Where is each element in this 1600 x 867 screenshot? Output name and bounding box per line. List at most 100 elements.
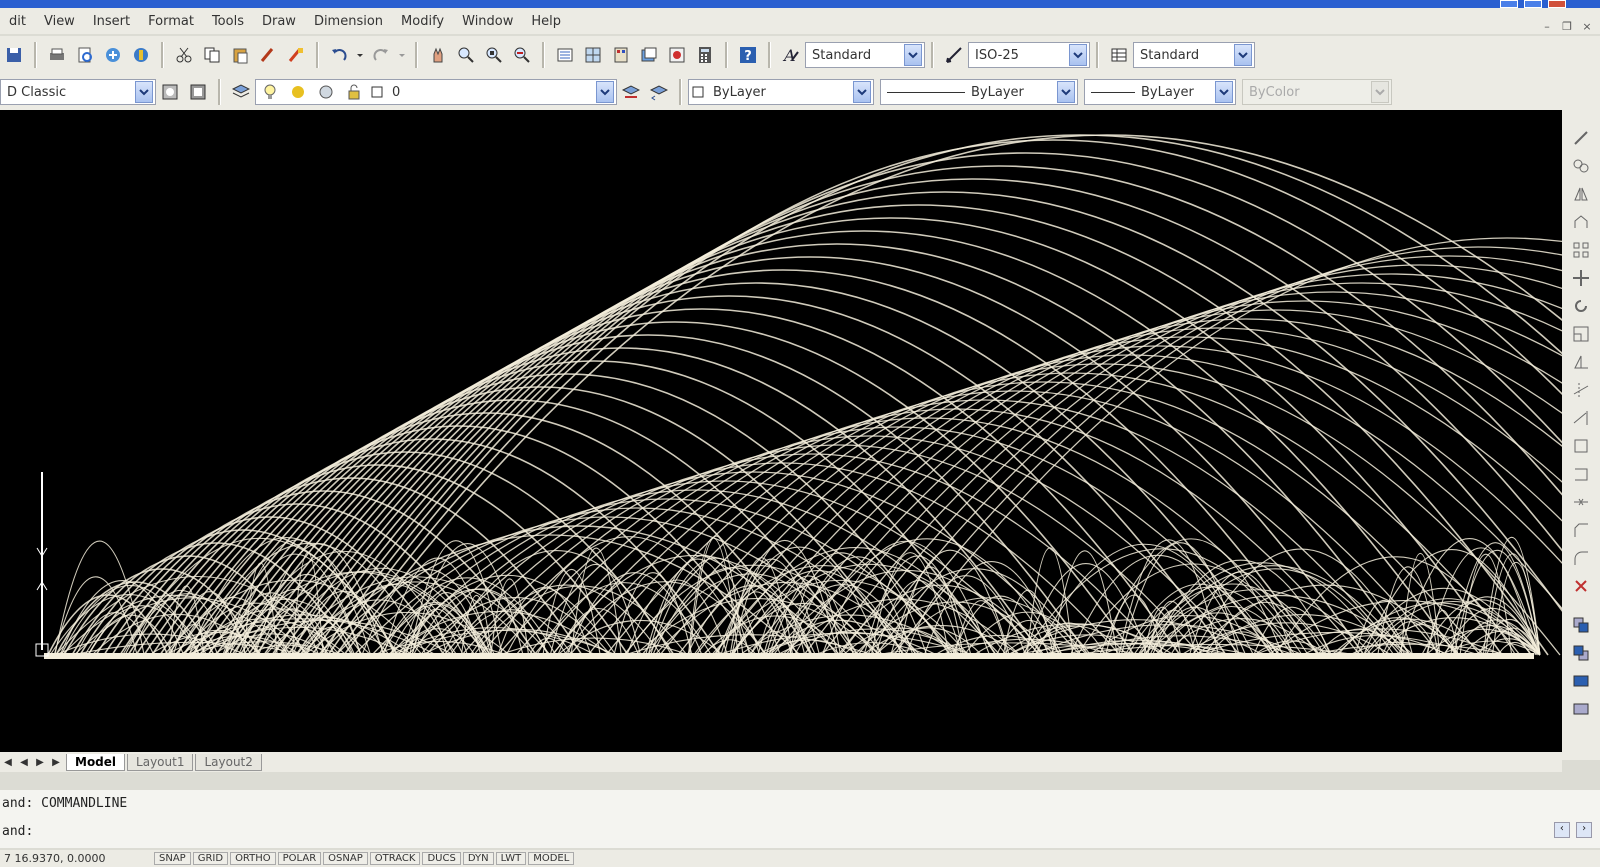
pan-icon[interactable] bbox=[427, 44, 449, 66]
close-icon[interactable] bbox=[1548, 0, 1566, 8]
layer-manager-icon[interactable] bbox=[230, 81, 252, 103]
doc-minimize-icon[interactable]: – bbox=[1540, 20, 1554, 34]
undo-dropdown-icon[interactable] bbox=[356, 44, 364, 66]
doc-close-icon[interactable]: × bbox=[1580, 20, 1594, 34]
text-style-icon[interactable]: A bbox=[780, 44, 802, 66]
chevron-down-icon[interactable] bbox=[135, 81, 153, 103]
scroll-left-icon[interactable]: ‹ bbox=[1554, 822, 1570, 838]
join-icon[interactable] bbox=[1570, 491, 1592, 513]
status-grid-button[interactable]: GRID bbox=[192, 852, 229, 865]
last-tab-icon[interactable]: ▶ bbox=[48, 757, 64, 768]
dimension-style-select[interactable]: ISO-25 bbox=[968, 42, 1090, 68]
status-osnap-button[interactable]: OSNAP bbox=[323, 852, 368, 865]
menu-window[interactable]: Window bbox=[453, 14, 522, 29]
calculator-icon[interactable] bbox=[694, 44, 716, 66]
command-window[interactable]: and: COMMANDLINE and: ‹ › bbox=[0, 790, 1600, 848]
status-otrack-button[interactable]: OTRACK bbox=[369, 852, 421, 865]
layer-previous-icon[interactable] bbox=[648, 81, 670, 103]
status-polar-button[interactable]: POLAR bbox=[277, 852, 322, 865]
chevron-down-icon[interactable] bbox=[1069, 44, 1087, 66]
break-at-point-icon[interactable] bbox=[1570, 463, 1592, 485]
sheet-set-icon[interactable] bbox=[638, 44, 660, 66]
dimension-style-icon[interactable] bbox=[943, 44, 965, 66]
doc-restore-icon[interactable]: ❐ bbox=[1560, 20, 1574, 34]
layer-select[interactable]: 0 bbox=[255, 79, 617, 105]
trim-icon[interactable] bbox=[1570, 379, 1592, 401]
chevron-down-icon[interactable] bbox=[1057, 81, 1075, 103]
tab-model[interactable]: Model bbox=[66, 753, 126, 771]
mirror-icon[interactable] bbox=[1570, 183, 1592, 205]
offset-icon[interactable] bbox=[1570, 211, 1592, 233]
status-ortho-button[interactable]: ORTHO bbox=[230, 852, 276, 865]
rotate-icon[interactable] bbox=[1570, 295, 1592, 317]
draw-order-below-icon[interactable] bbox=[1570, 698, 1592, 720]
draw-order-back-icon[interactable] bbox=[1570, 642, 1592, 664]
zoom-previous-icon[interactable] bbox=[511, 44, 533, 66]
design-center-palette-icon[interactable] bbox=[582, 44, 604, 66]
explode-icon[interactable] bbox=[1570, 575, 1592, 597]
redo-icon[interactable] bbox=[370, 44, 392, 66]
linetype-select[interactable]: ByLayer bbox=[880, 79, 1078, 105]
zoom-window-icon[interactable] bbox=[483, 44, 505, 66]
text-style-select[interactable]: Standard bbox=[805, 42, 925, 68]
properties-icon[interactable] bbox=[554, 44, 576, 66]
workspace-settings-icon[interactable] bbox=[159, 81, 181, 103]
chevron-down-icon[interactable] bbox=[1215, 81, 1233, 103]
status-snap-button[interactable]: SNAP bbox=[154, 852, 191, 865]
draw-order-front-icon[interactable] bbox=[1570, 614, 1592, 636]
menu-insert[interactable]: Insert bbox=[84, 14, 139, 29]
first-tab-icon[interactable]: ◀ bbox=[0, 757, 16, 768]
zoom-realtime-icon[interactable] bbox=[455, 44, 477, 66]
minimize-icon[interactable] bbox=[1500, 0, 1518, 8]
paste-icon[interactable] bbox=[229, 44, 251, 66]
drawing-area[interactable] bbox=[0, 110, 1562, 760]
cut-icon[interactable] bbox=[173, 44, 195, 66]
my-workspace-icon[interactable] bbox=[187, 81, 209, 103]
workspace-select[interactable]: D Classic bbox=[0, 79, 156, 105]
maximize-icon[interactable] bbox=[1524, 0, 1542, 8]
stretch-icon[interactable] bbox=[1570, 351, 1592, 373]
chevron-down-icon[interactable] bbox=[596, 81, 614, 103]
break-icon[interactable] bbox=[1570, 435, 1592, 457]
draw-order-above-icon[interactable] bbox=[1570, 670, 1592, 692]
redo-dropdown-icon[interactable] bbox=[398, 44, 406, 66]
undo-icon[interactable] bbox=[328, 44, 350, 66]
status-ducs-button[interactable]: DUCS bbox=[422, 852, 461, 865]
block-editor-icon[interactable] bbox=[285, 44, 307, 66]
scroll-right-icon[interactable]: › bbox=[1576, 822, 1592, 838]
menu-format[interactable]: Format bbox=[139, 14, 203, 29]
plot-icon[interactable] bbox=[46, 44, 68, 66]
scale-icon[interactable] bbox=[1570, 323, 1592, 345]
match-properties-icon[interactable] bbox=[257, 44, 279, 66]
menu-tools[interactable]: Tools bbox=[203, 14, 253, 29]
publish-icon[interactable] bbox=[102, 44, 124, 66]
chevron-down-icon[interactable] bbox=[904, 44, 922, 66]
command-prompt[interactable]: and: bbox=[2, 824, 33, 839]
array-icon[interactable] bbox=[1570, 239, 1592, 261]
chamfer-icon[interactable] bbox=[1570, 519, 1592, 541]
erase-icon[interactable] bbox=[1570, 127, 1592, 149]
tab-layout2[interactable]: Layout2 bbox=[195, 753, 262, 771]
menu-draw[interactable]: Draw bbox=[253, 14, 305, 29]
color-select[interactable]: ByLayer bbox=[688, 79, 874, 105]
copy-object-icon[interactable] bbox=[1570, 155, 1592, 177]
table-style-select[interactable]: Standard bbox=[1133, 42, 1255, 68]
tool-palettes-icon[interactable] bbox=[610, 44, 632, 66]
menu-dimension[interactable]: Dimension bbox=[305, 14, 392, 29]
make-object-layer-current-icon[interactable] bbox=[620, 81, 642, 103]
copy-icon[interactable] bbox=[201, 44, 223, 66]
chevron-down-icon[interactable] bbox=[853, 81, 871, 103]
menu-help[interactable]: Help bbox=[522, 14, 570, 29]
menu-edit[interactable]: dit bbox=[0, 14, 35, 29]
menu-modify[interactable]: Modify bbox=[392, 14, 453, 29]
help-icon[interactable]: ? bbox=[737, 44, 759, 66]
move-icon[interactable] bbox=[1570, 267, 1592, 289]
lineweight-select[interactable]: ByLayer bbox=[1084, 79, 1236, 105]
status-dyn-button[interactable]: DYN bbox=[462, 852, 494, 865]
chevron-down-icon[interactable] bbox=[1234, 44, 1252, 66]
table-style-icon[interactable] bbox=[1108, 44, 1130, 66]
status-lwt-button[interactable]: LWT bbox=[495, 852, 527, 865]
menu-view[interactable]: View bbox=[35, 14, 84, 29]
prev-tab-icon[interactable]: ◀ bbox=[16, 757, 32, 768]
next-tab-icon[interactable]: ▶ bbox=[32, 757, 48, 768]
